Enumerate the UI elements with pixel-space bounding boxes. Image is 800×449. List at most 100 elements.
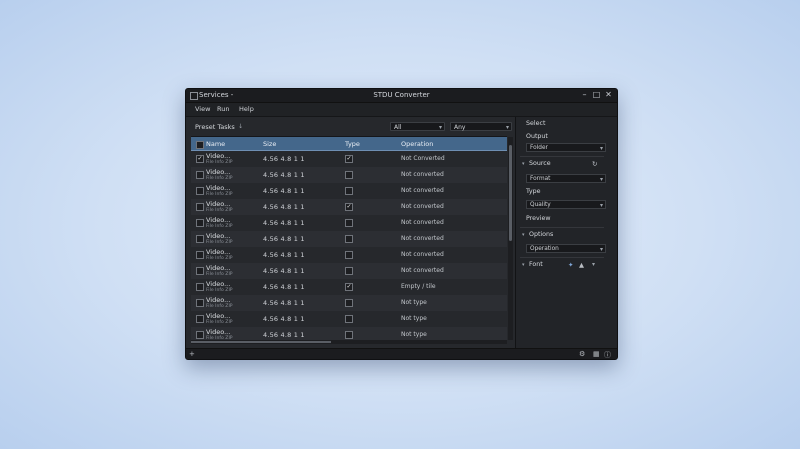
quality-select-value: Quality [530,202,551,208]
file-size: 4.56 4.8 1 1 [263,251,305,259]
row-checkbox[interactable] [196,299,204,307]
row-checkbox[interactable] [196,331,204,339]
row-checkbox[interactable] [196,315,204,323]
column-header-operation[interactable]: Operation [401,140,433,148]
grid-icon[interactable]: ▦ [593,350,600,358]
options-section-label: Options [529,231,554,238]
type-checkbox[interactable] [345,251,353,259]
table-row[interactable]: Video... File Info ZIP 4.56 4.8 1 1 Not con… [191,263,507,280]
table-row[interactable]: Video... File Info ZIP 4.56 4.8 1 1 Not typ… [191,311,507,328]
main-panel: Preset Tasks ↓ All ▾ Any ▾ Name Size Typ… [186,117,515,349]
type-checkbox[interactable] [345,171,353,179]
row-checkbox[interactable] [196,235,204,243]
close-button[interactable]: ✕ [603,90,614,100]
operation-status: Not converted [401,219,444,226]
row-checkbox[interactable] [196,203,204,211]
row-checkbox[interactable] [196,171,204,179]
chevron-down-icon: ▾ [438,124,442,131]
type-checkbox[interactable]: ✓ [345,283,353,291]
operation-status: Not converted [401,251,444,258]
table-row[interactable]: Video... File Info ZIP 4.56 4.8 1 1 ✓ Empty … [191,279,507,296]
file-size: 4.56 4.8 1 1 [263,299,305,307]
select-all-checkbox[interactable] [196,141,204,149]
table-row[interactable]: Video... File Info ZIP 4.56 4.8 1 1 Not con… [191,231,507,248]
column-header-size[interactable]: Size [263,140,276,148]
row-checkbox[interactable] [196,187,204,195]
horizontal-scrollbar[interactable] [191,340,507,344]
output-select[interactable]: Folder ▾ [526,143,606,152]
vertical-scrollbar[interactable] [508,137,513,340]
chevron-down-icon: ▾ [599,246,603,253]
column-header-name[interactable]: Name [206,140,225,148]
filter-select-2[interactable]: Any ▾ [450,122,512,131]
title-bar: Services - STDU Converter – □ ✕ [186,89,617,103]
row-checkbox[interactable] [196,267,204,275]
file-name: Video... [206,280,231,288]
chevron-down-icon: ▾ [599,202,603,209]
row-checkbox[interactable] [196,219,204,227]
file-subtitle: File Info ZIP [206,224,233,229]
file-name: Video... [206,232,231,240]
file-subtitle: File Info ZIP [206,160,233,165]
file-size: 4.56 4.8 1 1 [263,331,305,339]
row-checkbox[interactable]: ✓ [196,155,204,163]
row-checkbox[interactable] [196,251,204,259]
row-checkbox[interactable] [196,283,204,291]
chevron-down-icon: ▾ [505,124,509,131]
info-icon[interactable]: ⓘ [604,350,611,359]
bookmark-icon[interactable]: ▲ [579,261,584,269]
type-checkbox[interactable] [345,299,353,307]
type-checkbox[interactable]: ✓ [345,203,353,211]
divider [520,227,604,228]
menu-run[interactable]: Run [217,105,229,113]
filter-select-1[interactable]: All ▾ [390,122,445,131]
divider [520,257,604,258]
file-size: 4.56 4.8 1 1 [263,203,305,211]
add-icon[interactable]: + [189,350,195,358]
table-row[interactable]: Video... File Info ZIP 4.56 4.8 1 1 Not con… [191,167,507,184]
minimize-button[interactable]: – [579,90,590,100]
source-section-label: Source [529,160,551,167]
filter-select-1-value: All [394,124,402,131]
column-header-type[interactable]: Type [345,140,360,148]
table-row[interactable]: Video... File Info ZIP 4.56 4.8 1 1 Not typ… [191,295,507,312]
maximize-button[interactable]: □ [591,90,602,100]
table-row[interactable]: Video... File Info ZIP 4.56 4.8 1 1 ✓ Not co… [191,199,507,216]
caret-down-icon: ▾ [522,161,525,167]
type-checkbox[interactable] [345,315,353,323]
window-title: STDU Converter [373,91,430,99]
operation-select[interactable]: Operation ▾ [526,244,606,253]
sort-arrow-icon[interactable]: ↓ [238,123,243,130]
type-checkbox[interactable] [345,331,353,339]
file-name: Video... [206,264,231,272]
format-select[interactable]: Format ▾ [526,174,606,183]
file-name: Video... [206,200,231,208]
font-section[interactable]: ▾ Font ✦ ▲ ▾ [516,260,606,272]
type-checkbox[interactable] [345,235,353,243]
options-section[interactable]: ▾ Options [516,230,606,242]
table-row[interactable]: Video... File Info ZIP 4.56 4.8 1 1 Not con… [191,183,507,200]
type-checkbox[interactable] [345,219,353,227]
type-checkbox[interactable]: ✓ [345,155,353,163]
scroll-thumb[interactable] [509,145,512,241]
pin-icon[interactable]: ✦ [568,261,573,269]
menu-help[interactable]: Help [239,105,254,113]
table-row[interactable]: Video... File Info ZIP 4.56 4.8 1 1 Not typ… [191,327,507,341]
settings-icon[interactable]: ⚙ [579,350,585,358]
source-section[interactable]: ▾ Source ↻ [516,159,606,171]
chevron-down-icon[interactable]: ▾ [592,261,595,268]
converter-window: Services - STDU Converter – □ ✕ View Run… [185,88,618,360]
type-checkbox[interactable] [345,187,353,195]
refresh-icon[interactable]: ↻ [592,160,597,168]
quality-select[interactable]: Quality ▾ [526,200,606,209]
file-size: 4.56 4.8 1 1 [263,315,305,323]
table-row[interactable]: Video... File Info ZIP 4.56 4.8 1 1 Not con… [191,247,507,264]
table-row[interactable]: ✓ Video... File Info ZIP 4.56 4.8 1 1 ✓ Not C… [191,150,507,169]
hscroll-thumb[interactable] [191,341,331,343]
table-row[interactable]: Video... File Info ZIP 4.56 4.8 1 1 Not con… [191,215,507,232]
type-checkbox[interactable] [345,267,353,275]
preset-tasks-label: Preset Tasks [195,123,235,131]
menu-view[interactable]: View [195,105,210,113]
file-subtitle: File Info ZIP [206,176,233,181]
operation-status: Not converted [401,203,444,210]
